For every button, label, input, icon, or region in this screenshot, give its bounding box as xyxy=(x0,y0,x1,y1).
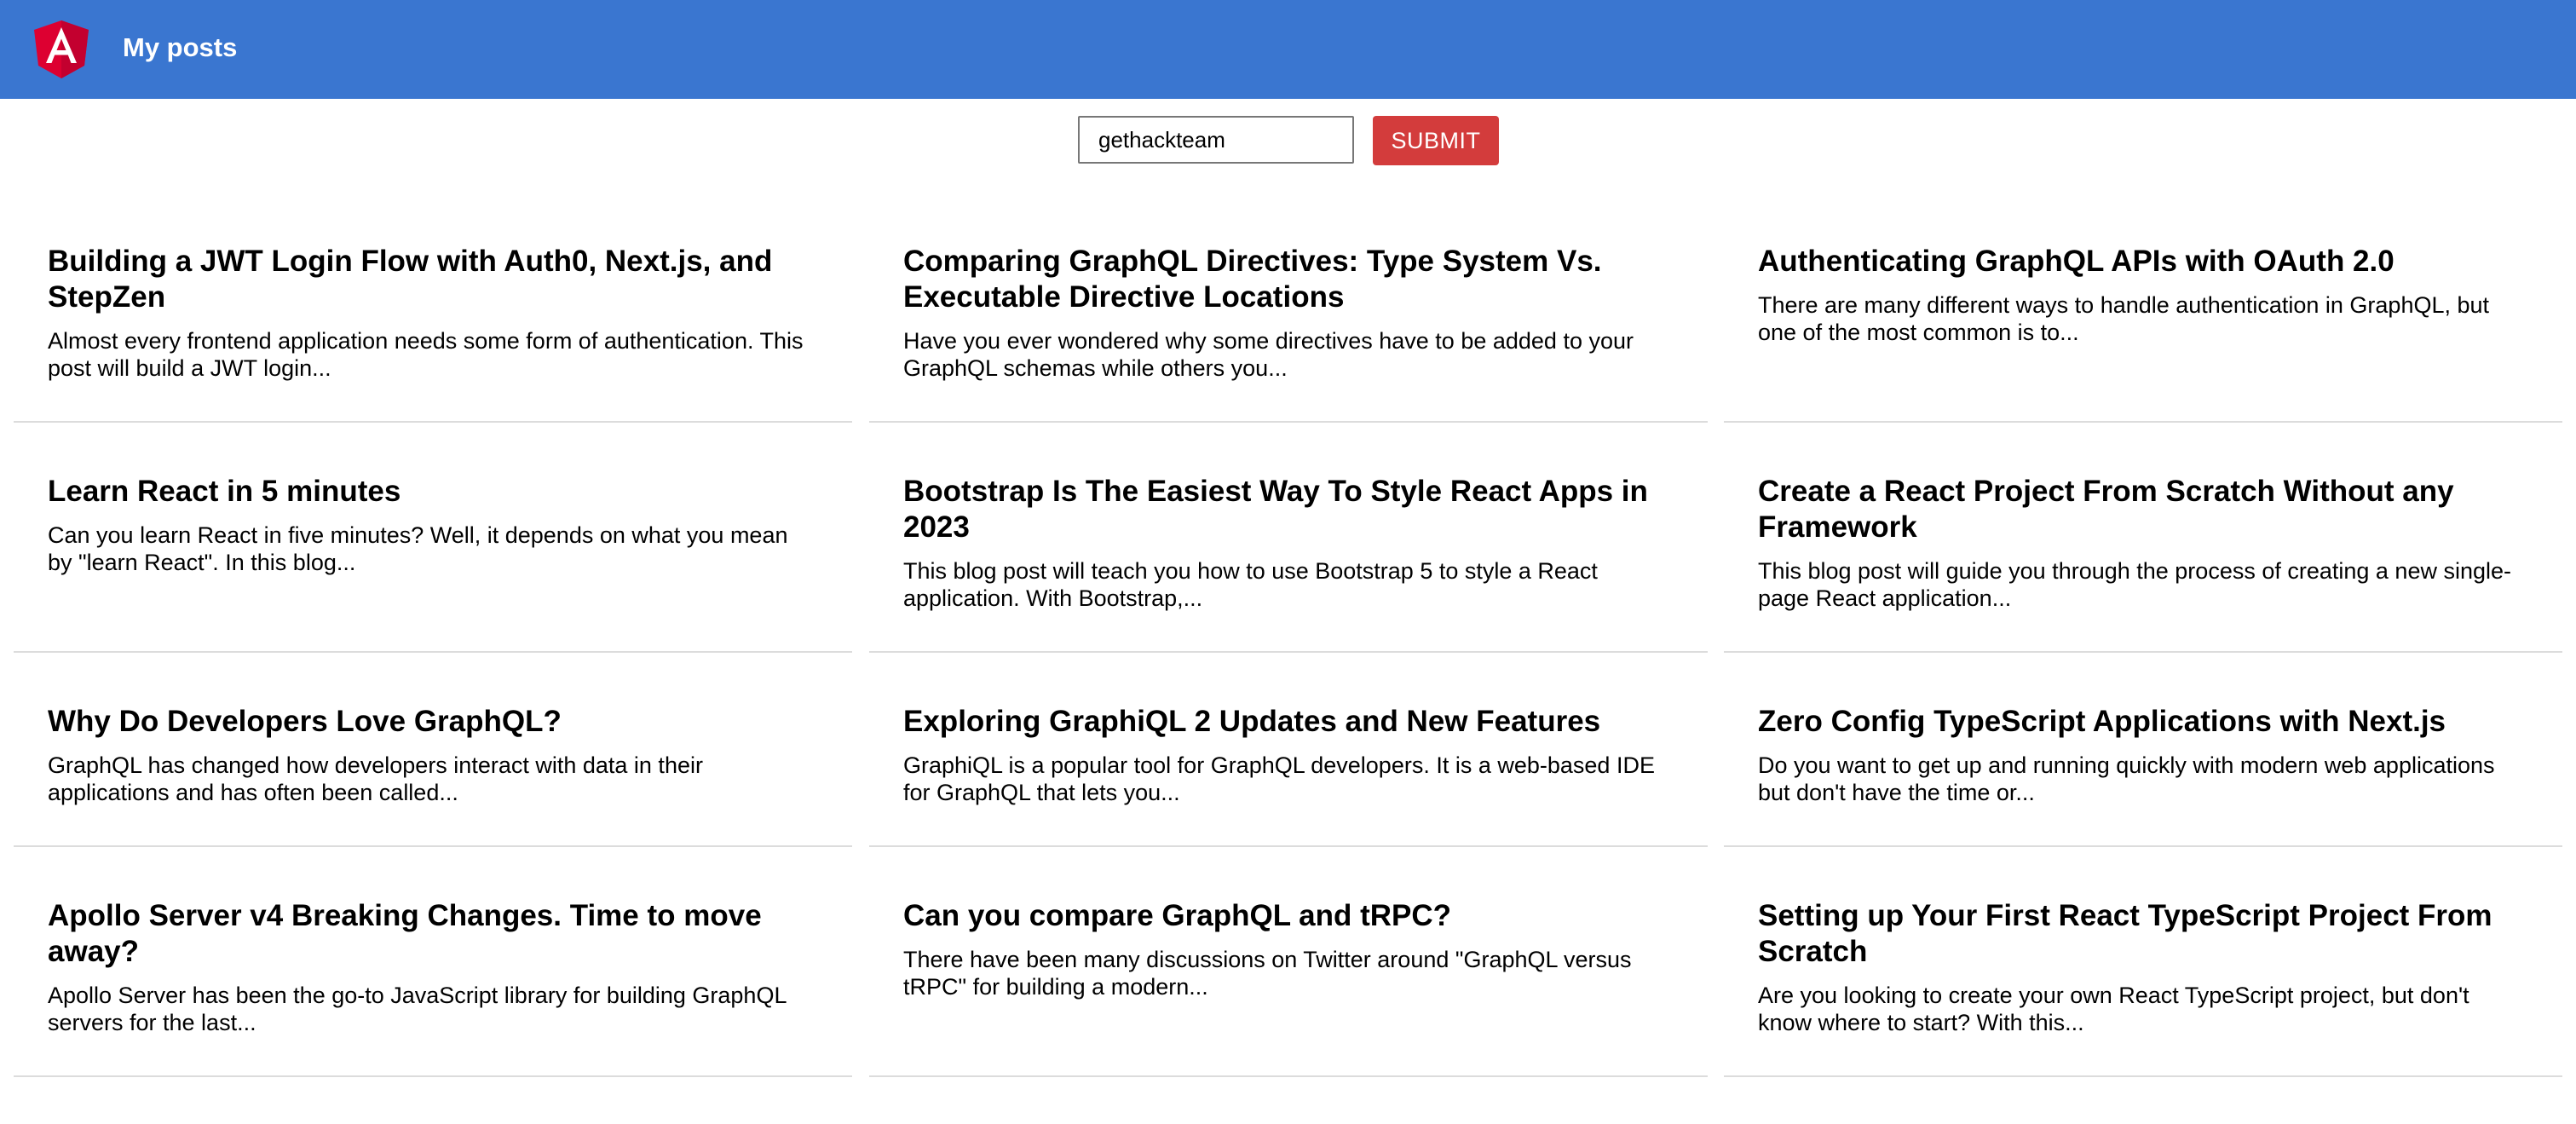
post-title[interactable]: Can you compare GraphQL and tRPC? xyxy=(903,898,1674,934)
post-title[interactable]: Comparing GraphQL Directives: Type Syste… xyxy=(903,244,1674,315)
post-excerpt: There are many different ways to handle … xyxy=(1758,292,2490,345)
post-title[interactable]: Create a React Project From Scratch With… xyxy=(1758,474,2528,545)
post-excerpt: Apollo Server has been the go-to JavaScr… xyxy=(48,983,787,1035)
page-title: My posts xyxy=(123,32,238,62)
post-title[interactable]: Building a JWT Login Flow with Auth0, Ne… xyxy=(48,244,818,315)
post-card[interactable]: Authenticating GraphQL APIs with OAuth 2… xyxy=(1724,222,2562,423)
post-excerpt: Can you learn React in five minutes? Wel… xyxy=(48,522,788,575)
post-title[interactable]: Authenticating GraphQL APIs with OAuth 2… xyxy=(1758,244,2528,280)
post-excerpt: This blog post will teach you how to use… xyxy=(903,558,1598,611)
post-card[interactable]: Learn React in 5 minutes Can you learn R… xyxy=(14,452,852,653)
post-title[interactable]: Bootstrap Is The Easiest Way To Style Re… xyxy=(903,474,1674,545)
post-card[interactable]: Zero Config TypeScript Applications with… xyxy=(1724,682,2562,847)
post-excerpt: Have you ever wondered why some directiv… xyxy=(903,328,1634,381)
post-card[interactable]: Bootstrap Is The Easiest Way To Style Re… xyxy=(869,452,1708,653)
post-card[interactable]: Create a React Project From Scratch With… xyxy=(1724,452,2562,653)
post-card[interactable]: Comparing GraphQL Directives: Type Syste… xyxy=(869,222,1708,423)
post-excerpt: Do you want to get up and running quickl… xyxy=(1758,752,2495,805)
post-title[interactable]: Learn React in 5 minutes xyxy=(48,474,818,510)
post-title[interactable]: Apollo Server v4 Breaking Changes. Time … xyxy=(48,898,818,970)
post-excerpt: This blog post will guide you through th… xyxy=(1758,558,2511,611)
post-card[interactable]: Building a JWT Login Flow with Auth0, Ne… xyxy=(14,222,852,423)
angular-logo-icon[interactable] xyxy=(34,20,89,78)
post-card[interactable]: Why Do Developers Love GraphQL? GraphQL … xyxy=(14,682,852,847)
username-search-input[interactable] xyxy=(1078,116,1354,164)
post-card[interactable]: Exploring GraphiQL 2 Updates and New Fea… xyxy=(869,682,1708,847)
post-excerpt: There have been many discussions on Twit… xyxy=(903,947,1632,1000)
post-card[interactable]: Can you compare GraphQL and tRPC? There … xyxy=(869,876,1708,1077)
post-card[interactable]: Setting up Your First React TypeScript P… xyxy=(1724,876,2562,1077)
post-title[interactable]: Setting up Your First React TypeScript P… xyxy=(1758,898,2528,970)
post-excerpt: GraphiQL is a popular tool for GraphQL d… xyxy=(903,752,1655,805)
submit-button[interactable]: SUBMIT xyxy=(1373,116,1499,165)
post-title[interactable]: Exploring GraphiQL 2 Updates and New Fea… xyxy=(903,704,1674,740)
post-title[interactable]: Why Do Developers Love GraphQL? xyxy=(48,704,818,740)
post-excerpt: Almost every frontend application needs … xyxy=(48,328,804,381)
post-card[interactable]: Apollo Server v4 Breaking Changes. Time … xyxy=(14,876,852,1077)
search-bar: SUBMIT xyxy=(0,116,2576,167)
post-excerpt: GraphQL has changed how developers inter… xyxy=(48,752,703,805)
post-title[interactable]: Zero Config TypeScript Applications with… xyxy=(1758,704,2528,740)
post-excerpt: Are you looking to create your own React… xyxy=(1758,983,2469,1035)
app-header: My posts xyxy=(0,0,2576,99)
